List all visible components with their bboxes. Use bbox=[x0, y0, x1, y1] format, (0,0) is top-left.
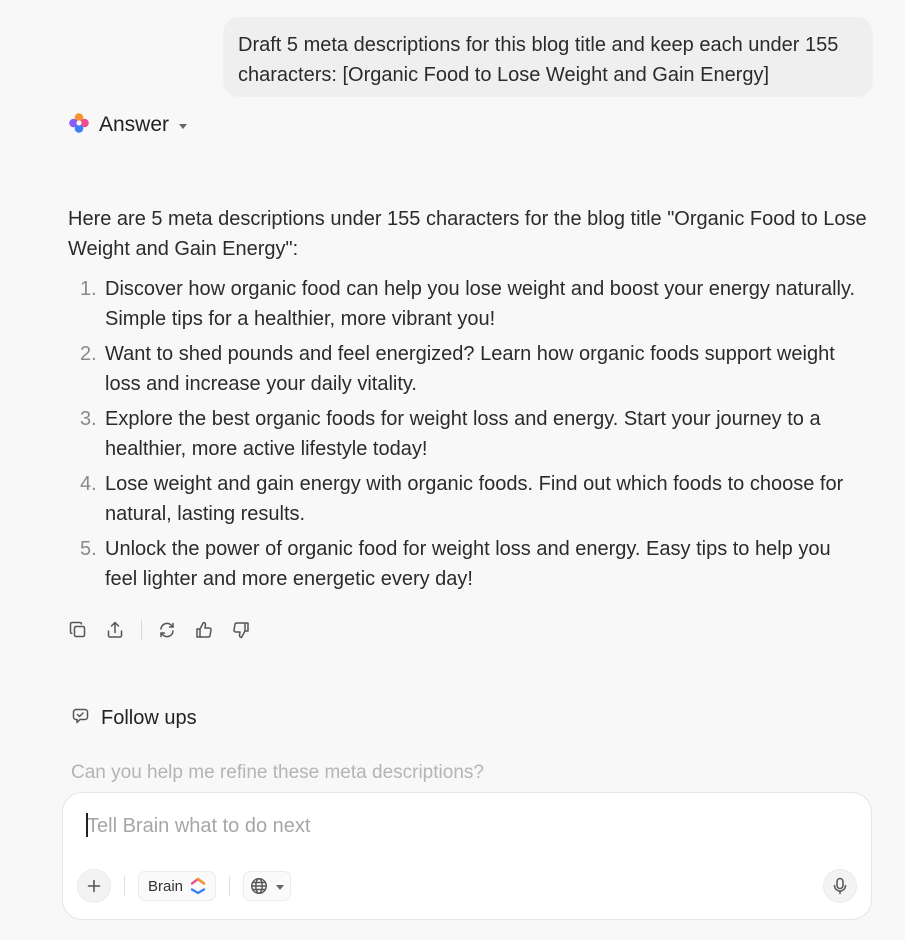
list-item: 2. Want to shed pounds and feel energized… bbox=[68, 339, 868, 399]
globe-icon bbox=[251, 877, 268, 895]
answer-title: Answer bbox=[99, 113, 170, 136]
answer-intro: Here are 5 meta descriptions under 155 c… bbox=[68, 208, 867, 260]
clickup-logo-icon bbox=[190, 877, 206, 895]
list-item: 5. Unlock the power of organic food for w… bbox=[68, 534, 868, 594]
list-item-number: 4. bbox=[80, 473, 97, 495]
voice-input-button[interactable] bbox=[823, 869, 857, 903]
list-item-text: Explore the best organic foods for weigh… bbox=[105, 408, 821, 460]
followups-icon bbox=[71, 706, 91, 731]
brain-sparkle-icon bbox=[67, 111, 91, 140]
answer-list: 1. Discover how organic food can help you… bbox=[68, 274, 868, 599]
regenerate-icon[interactable] bbox=[156, 619, 178, 641]
followup-suggestion[interactable]: Can you help me refine these meta descri… bbox=[71, 762, 484, 788]
chat-input[interactable] bbox=[87, 811, 827, 841]
copy-icon[interactable] bbox=[67, 619, 89, 641]
chevron-down-icon[interactable] bbox=[179, 123, 188, 129]
list-item-number: 3. bbox=[80, 408, 97, 430]
add-button[interactable] bbox=[77, 869, 111, 903]
brain-label: Brain bbox=[148, 877, 184, 895]
list-item-number: 1. bbox=[80, 278, 97, 300]
toolbar-divider bbox=[229, 876, 231, 896]
list-item-text: Lose weight and gain energy with organic… bbox=[105, 473, 844, 525]
thumbs-down-icon[interactable] bbox=[230, 619, 252, 641]
answer-actions bbox=[67, 618, 267, 642]
user-message-text: Draft 5 meta descriptions for this blog … bbox=[238, 34, 839, 86]
toolbar-divider bbox=[124, 876, 125, 896]
user-message-bubble: Draft 5 meta descriptions for this blog … bbox=[223, 17, 873, 97]
chevron-down-icon bbox=[276, 884, 285, 890]
list-item-number: 5. bbox=[80, 538, 97, 560]
share-icon[interactable] bbox=[104, 619, 126, 641]
list-item: 4. Lose weight and gain energy with organ… bbox=[68, 469, 868, 529]
composer-toolbar: Brain bbox=[77, 869, 292, 903]
list-item: 1. Discover how organic food can help you… bbox=[68, 274, 868, 334]
composer: Brain bbox=[62, 792, 872, 920]
thumbs-up-icon[interactable] bbox=[193, 619, 215, 641]
brain-model-button[interactable]: Brain bbox=[138, 871, 217, 901]
followups-title: Follow ups bbox=[101, 707, 197, 729]
list-item-text: Discover how organic food can help you l… bbox=[105, 278, 856, 330]
web-search-toggle[interactable] bbox=[243, 871, 292, 901]
plus-icon bbox=[87, 879, 101, 893]
action-divider bbox=[141, 620, 142, 640]
text-cursor bbox=[86, 813, 88, 837]
list-item-text: Unlock the power of organic food for wei… bbox=[105, 538, 831, 590]
microphone-icon bbox=[833, 877, 847, 895]
list-item-number: 2. bbox=[80, 343, 97, 365]
followups-header: Follow ups bbox=[71, 706, 197, 731]
answer-header[interactable]: Answer bbox=[67, 111, 188, 140]
list-item: 3. Explore the best organic foods for wei… bbox=[68, 404, 868, 464]
list-item-text: Want to shed pounds and feel energized? … bbox=[105, 343, 835, 395]
